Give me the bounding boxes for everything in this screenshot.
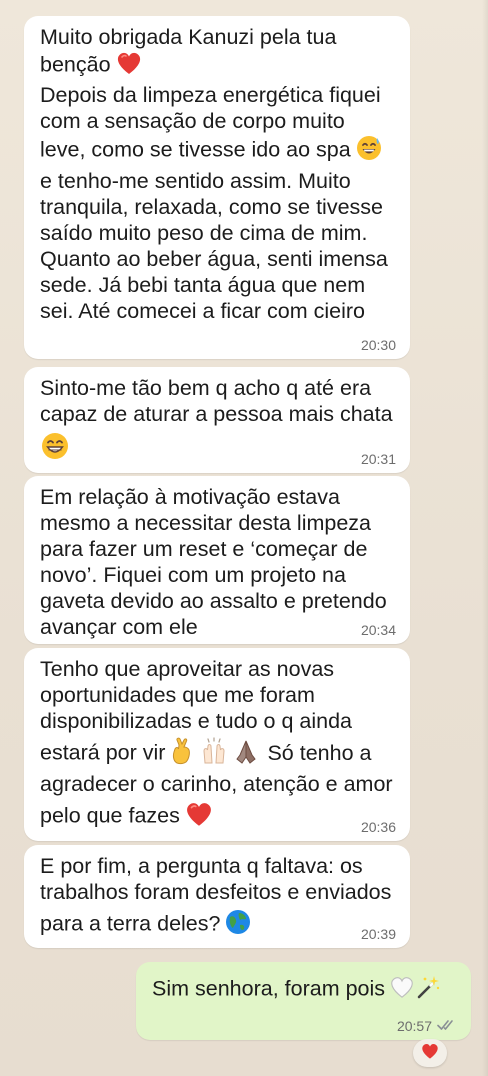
message-reaction[interactable] bbox=[413, 1039, 447, 1067]
message-text: tranquila, relaxada, como se tivesse bbox=[40, 195, 383, 219]
double-check-icon bbox=[437, 1018, 457, 1034]
magic-wand-icon bbox=[415, 974, 441, 1006]
message-timestamp: 20:39 bbox=[360, 926, 396, 942]
message-text: para a terra deles? bbox=[40, 911, 221, 936]
message-bubble-incoming[interactable]: Em relação à motivação estava mesmo a ne… bbox=[24, 476, 410, 644]
globe-icon bbox=[224, 908, 252, 942]
grinning-sweat-face-icon bbox=[355, 134, 383, 168]
message-text: e tenho-me sentido assim. Muito bbox=[40, 169, 351, 193]
message-timestamp: 20:36 bbox=[360, 819, 396, 835]
folded-hands-icon bbox=[233, 737, 259, 771]
message-text: E por fim, a pergunta q faltava: os bbox=[40, 854, 363, 878]
message-text: novo’. Fiquei com um projeto na bbox=[40, 563, 346, 587]
message-text: sei. Até comecei a ficar com cieiro bbox=[40, 299, 366, 323]
screen-edge-shadow bbox=[482, 0, 488, 1076]
red-heart-icon bbox=[115, 50, 143, 82]
message-text: disponibilizadas e tudo o q ainda bbox=[40, 709, 352, 733]
message-bubble-incoming[interactable]: Sinto-me tão bem q acho q até era capaz … bbox=[24, 367, 410, 473]
message-text: trabalhos foram desfeitos e enviados bbox=[40, 880, 392, 904]
message-text: Em relação à motivação estava bbox=[40, 485, 340, 509]
message-text: pelo que fazes bbox=[40, 803, 180, 828]
message-text: Sinto-me tão bem q acho q até era bbox=[40, 376, 372, 400]
message-text: oportunidades que me foram bbox=[40, 683, 315, 707]
message-text: para fazer um reset e ‘começar de bbox=[40, 537, 368, 561]
message-text: com a sensação de corpo muito bbox=[40, 109, 345, 133]
message-bubble-incoming[interactable]: Tenho que aproveitar as novas oportunida… bbox=[24, 648, 410, 841]
message-timestamp: 20:57 bbox=[397, 1018, 457, 1034]
message-text: mesmo a necessitar desta limpeza bbox=[40, 511, 372, 535]
message-bubble-incoming[interactable]: E por fim, a pergunta q faltava: os trab… bbox=[24, 845, 410, 948]
message-text: avançar com ele bbox=[40, 615, 198, 639]
message-timestamp: 20:31 bbox=[360, 451, 396, 467]
message-timestamp: 20:30 bbox=[360, 337, 396, 353]
white-heart-icon bbox=[389, 975, 415, 1005]
message-text: Muito obrigada Kanuzi pela tua bbox=[40, 25, 337, 49]
message-text: Tenho que aproveitar as novas bbox=[40, 657, 335, 681]
message-text: estará por vir bbox=[40, 740, 166, 765]
message-text: leve, como se tivesse ido ao spa bbox=[40, 137, 351, 162]
message-text: agradecer o carinho, atenção e amor bbox=[40, 772, 393, 796]
red-heart-icon bbox=[184, 800, 214, 834]
message-text: saído muito peso de cima de mim. bbox=[40, 221, 368, 245]
message-text: benção bbox=[40, 52, 111, 77]
message-bubble-incoming[interactable]: Muito obrigada Kanuzi pela tua benção De… bbox=[24, 16, 410, 359]
crossed-fingers-icon bbox=[169, 737, 195, 771]
message-text: Quanto ao beber água, senti imensa bbox=[40, 247, 388, 271]
message-text: Depois da limpeza energética fiquei bbox=[40, 83, 381, 107]
chat-area[interactable]: Muito obrigada Kanuzi pela tua benção De… bbox=[0, 0, 488, 1076]
message-text: Só tenho a bbox=[267, 740, 372, 765]
red-heart-icon bbox=[420, 1042, 440, 1065]
message-bubble-outgoing[interactable]: Sim senhora, foram pois 20:57 bbox=[136, 962, 471, 1040]
raising-hands-icon bbox=[199, 737, 229, 771]
beaming-face-icon bbox=[40, 431, 70, 467]
message-text: gaveta devido ao assalto e pretendo bbox=[40, 589, 387, 613]
message-text: Sim senhora, foram pois bbox=[152, 976, 386, 1001]
message-text: sede. Já bebi tanta água que nem bbox=[40, 273, 366, 297]
message-timestamp: 20:34 bbox=[360, 622, 396, 638]
message-text: capaz de aturar a pessoa mais chata bbox=[40, 402, 393, 426]
